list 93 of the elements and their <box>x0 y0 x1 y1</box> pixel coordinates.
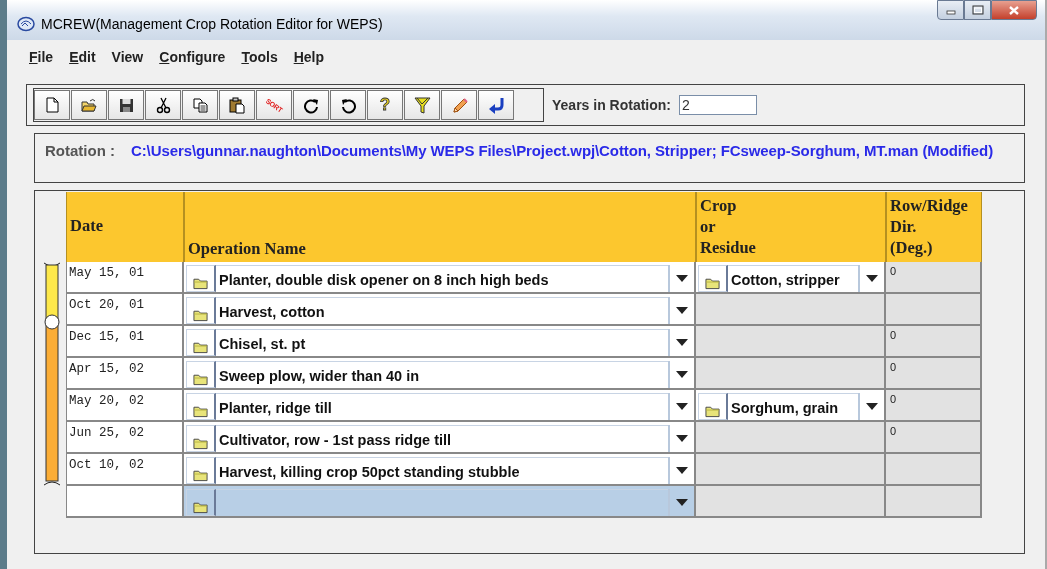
menu-item[interactable]: Help <box>285 49 333 65</box>
caret-icon <box>676 338 688 346</box>
row-direction-header[interactable]: Row/Ridge Dir. (Deg.) <box>886 192 982 262</box>
maximize-button[interactable] <box>964 0 991 20</box>
caret-icon <box>676 402 688 410</box>
redo-button[interactable] <box>293 90 329 120</box>
direction-cell: 0 <box>886 390 982 422</box>
folder-button[interactable] <box>186 264 216 292</box>
direction-cell: 0 <box>886 262 982 294</box>
open-folder-icon <box>80 96 98 114</box>
date-cell: Oct 10, 02 <box>66 454 184 486</box>
operation-combo[interactable]: Sweep plow, wider than 40 in <box>184 358 696 390</box>
folder-button[interactable] <box>186 328 216 356</box>
copy-button[interactable] <box>182 90 218 120</box>
copy-icon <box>191 96 209 114</box>
funnel-icon <box>413 96 431 114</box>
date-cell: May 20, 02 <box>66 390 184 422</box>
crop-header[interactable]: Crop or Residue <box>696 192 886 262</box>
years-field[interactable]: 2 <box>679 95 758 115</box>
date-cell: Apr 15, 02 <box>66 358 184 390</box>
folder-button[interactable] <box>186 296 216 324</box>
undo-button[interactable] <box>330 90 366 120</box>
save-button[interactable] <box>108 90 144 120</box>
new-file-icon <box>43 96 61 114</box>
caret-icon <box>866 402 878 410</box>
operation-combo[interactable]: Planter, double disk opener on 8 inch high beds <box>184 262 696 294</box>
open-button[interactable] <box>71 90 107 120</box>
redo-icon <box>302 96 320 114</box>
operation-combo[interactable]: Cultivator, row - 1st pass ridge till <box>184 422 696 454</box>
menu-item[interactable]: Configure <box>151 49 234 65</box>
caret-icon <box>676 306 688 314</box>
menu-item[interactable]: Tools <box>233 49 286 65</box>
direction-cell: 0 <box>886 326 982 358</box>
undo-icon <box>339 96 357 114</box>
edit-button[interactable] <box>441 90 477 120</box>
save-icon <box>117 96 135 114</box>
operation-name-header[interactable]: Operation Name <box>184 192 696 262</box>
rotation-file-path: C:\Users\gunnar.naughton\Documents\My WEPS Files\Project.wpj\Cotton, Stripper; FCsweep-Sorghum, MT.man (Modified) <box>131 142 994 159</box>
direction-cell: 0 <box>886 358 982 390</box>
close-icon <box>1008 4 1020 16</box>
pencil-icon <box>450 96 468 114</box>
menu-item[interactable]: Edit <box>61 49 104 65</box>
folder-button[interactable] <box>186 392 216 420</box>
app-icon <box>17 16 35 32</box>
caret-icon <box>866 274 878 282</box>
operation-name[interactable]: Sweep plow, wider than 40 in <box>216 360 668 388</box>
folder-button[interactable] <box>186 424 216 452</box>
enter-arrow-icon <box>487 96 505 114</box>
operation-name[interactable]: Harvest, killing crop 50pct standing stubble <box>216 456 668 484</box>
maximize-icon <box>971 5 984 15</box>
paste-icon <box>228 96 246 114</box>
operation-name[interactable]: Cultivator, row - 1st pass ridge till <box>216 424 668 452</box>
folder-button[interactable] <box>186 360 216 388</box>
date-header[interactable]: Date <box>66 192 184 262</box>
folder-button[interactable] <box>698 392 728 420</box>
crop-combo[interactable]: Sorghum, grain <box>696 390 886 422</box>
folder-button[interactable] <box>698 264 728 292</box>
caret-icon <box>676 498 688 506</box>
close-button[interactable] <box>991 0 1037 20</box>
filter-button[interactable] <box>404 90 440 120</box>
caret-icon <box>676 370 688 378</box>
crop-combo[interactable]: Cotton, stripper <box>696 262 886 294</box>
menu-item[interactable]: File <box>21 49 62 65</box>
caret-icon <box>676 274 688 282</box>
paste-button[interactable] <box>219 90 255 120</box>
years-label: Years in Rotation: <box>552 97 672 113</box>
minimize-button[interactable] <box>937 0 964 20</box>
new-button[interactable] <box>34 90 70 120</box>
menu-item[interactable]: View <box>103 49 152 65</box>
operation-combo[interactable]: Chisel, st. pt <box>184 326 696 358</box>
direction-cell: 0 <box>886 422 982 454</box>
operation-combo[interactable]: Planter, ridge till <box>184 390 696 422</box>
cut-button[interactable] <box>145 90 181 120</box>
operation-combo[interactable]: Harvest, cotton <box>184 294 696 326</box>
operation-name[interactable]: Planter, double disk opener on 8 inch high beds <box>216 264 668 292</box>
cut-icon <box>154 96 172 114</box>
date-cell: Jun 25, 02 <box>66 422 184 454</box>
caret-icon <box>676 466 688 474</box>
rotation-label: Rotation : <box>45 142 115 159</box>
date-cell: Dec 15, 01 <box>66 326 184 358</box>
operation-name[interactable]: Planter, ridge till <box>216 392 668 420</box>
operation-combo[interactable]: Harvest, killing crop 50pct standing stubble <box>184 454 696 486</box>
date-cell: Oct 20, 01 <box>66 294 184 326</box>
enter-button[interactable] <box>478 90 514 120</box>
crop-name[interactable]: Sorghum, grain <box>728 392 858 420</box>
operation-name[interactable]: Harvest, cotton <box>216 296 668 324</box>
folder-button[interactable] <box>186 456 216 484</box>
date-cell: May 15, 01 <box>66 262 184 294</box>
window-title: MCREW(Management Crop Rotation Editor for WEPS) <box>41 15 384 32</box>
caret-icon <box>676 434 688 442</box>
folder-button[interactable] <box>186 488 216 516</box>
crop-name[interactable]: Cotton, stripper <box>728 264 858 292</box>
operation-name[interactable]: Chisel, st. pt <box>216 328 668 356</box>
